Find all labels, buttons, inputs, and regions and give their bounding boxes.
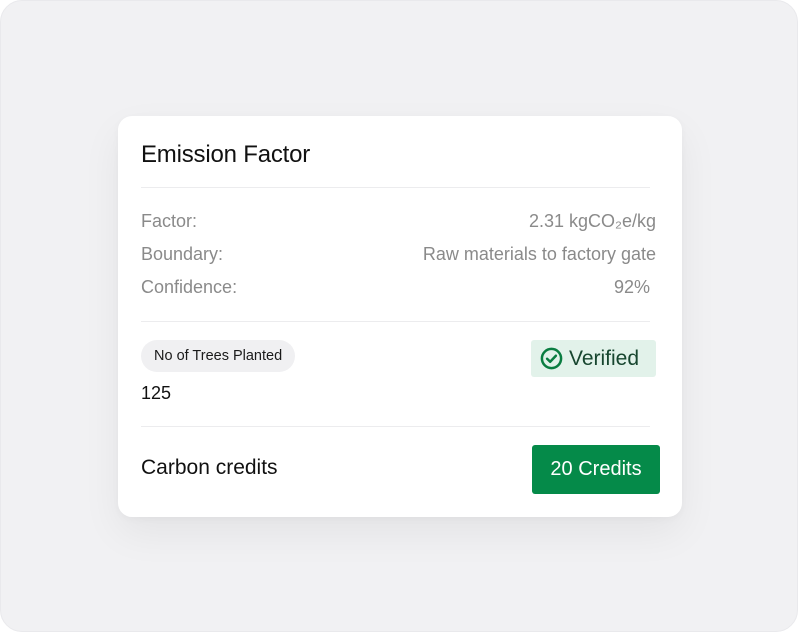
detail-row-factor: Factor: 2.31 kgCO₂e/kg	[141, 211, 656, 235]
detail-label: Boundary:	[141, 244, 224, 264]
divider	[141, 426, 650, 427]
verified-label: Verified	[569, 346, 640, 370]
emission-factor-card: Emission Factor Factor: 2.31 kgCO₂e/kg B…	[118, 116, 682, 517]
detail-row-boundary: Boundary: Raw materials to factory gate	[141, 244, 656, 268]
verified-badge: Verified	[531, 340, 656, 377]
carbon-credits-label: Carbon credits	[141, 456, 278, 479]
detail-value: 92%	[613, 277, 650, 297]
detail-value: Raw materials to factory gate	[422, 244, 656, 264]
divider	[141, 187, 650, 188]
check-circle-icon	[540, 347, 563, 370]
divider	[141, 321, 650, 322]
credits-button[interactable]: 20 Credits	[532, 445, 660, 494]
trees-planted-label: No of Trees Planted	[141, 340, 296, 372]
detail-label: Confidence:	[141, 277, 238, 297]
page-background: Emission Factor Factor: 2.31 kgCO₂e/kg B…	[0, 0, 798, 632]
trees-planted-value: 125	[141, 383, 172, 403]
detail-label: Factor:	[141, 211, 198, 231]
detail-row-confidence: Confidence: 92%	[141, 277, 656, 301]
card-title: Emission Factor	[141, 141, 311, 168]
detail-value: 2.31 kgCO₂e/kg	[528, 211, 656, 231]
